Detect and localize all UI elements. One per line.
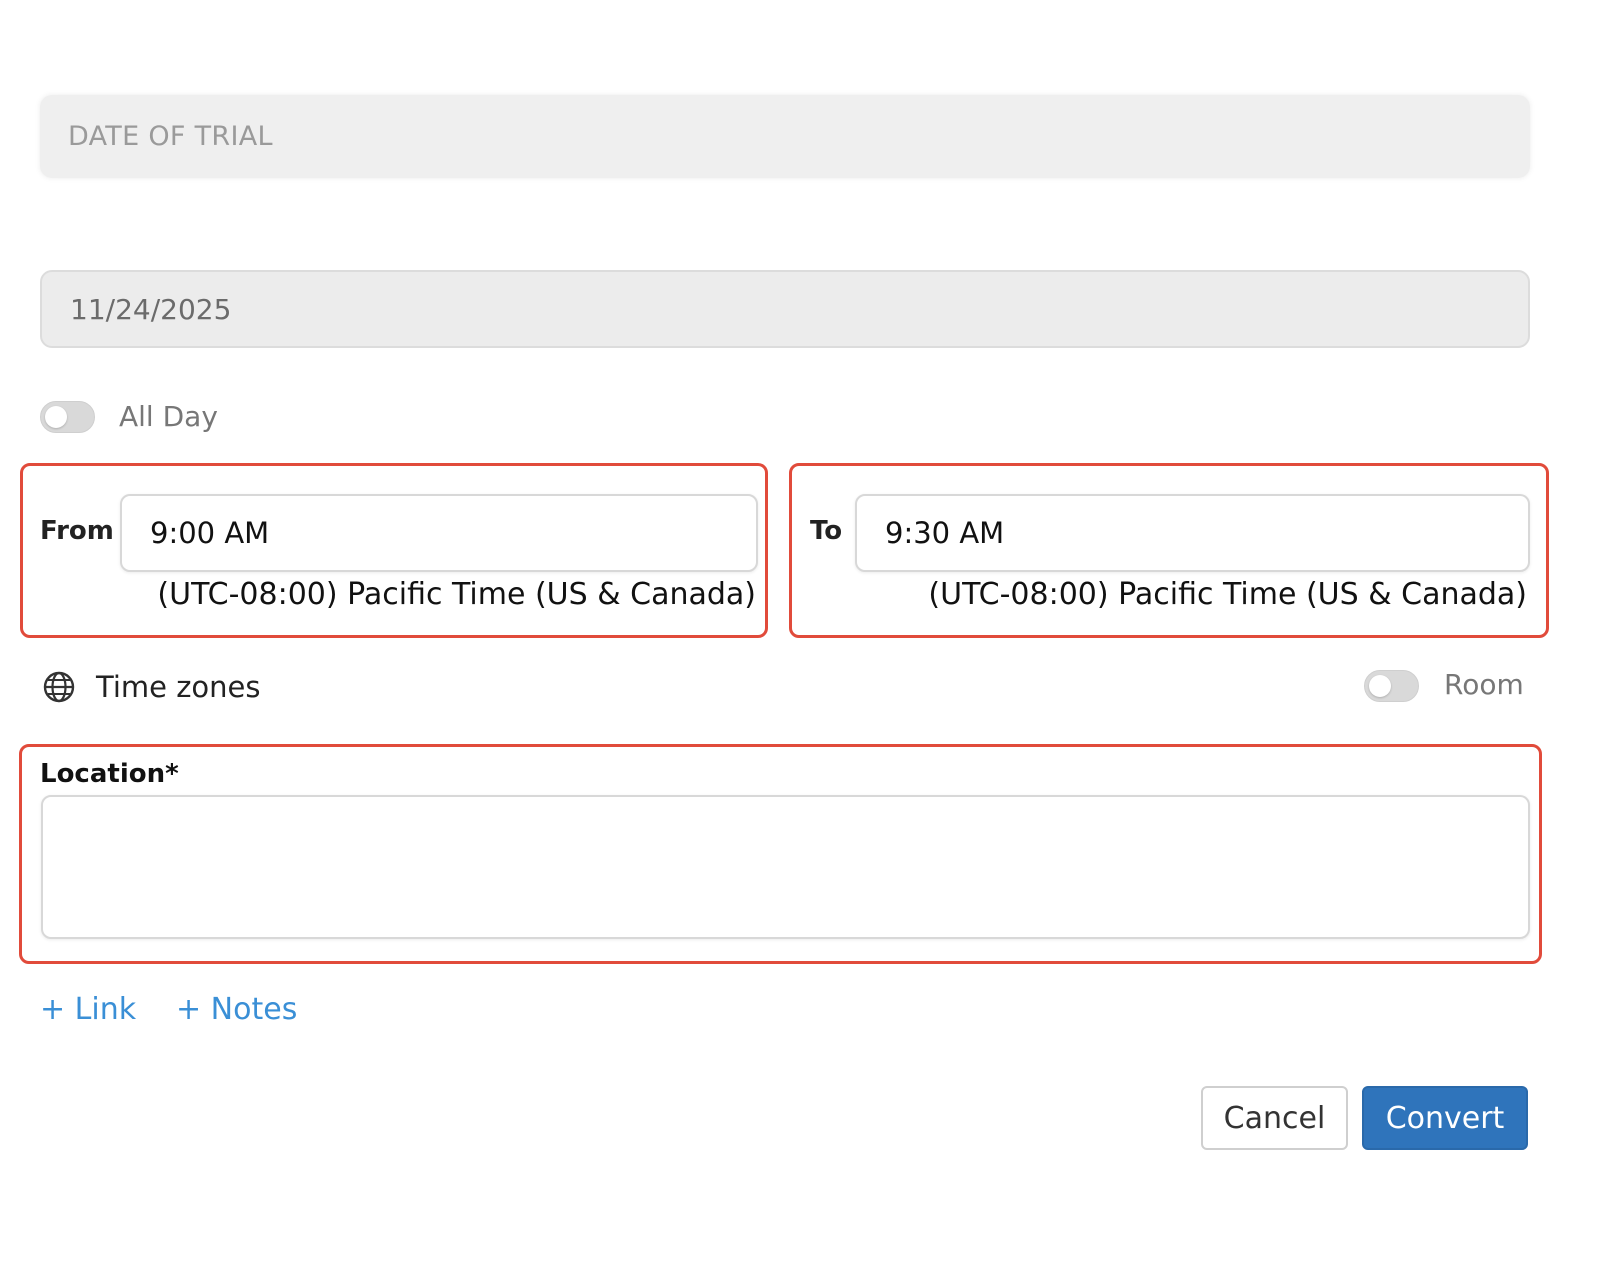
location-section: Location* [19,744,1542,964]
to-section: To 9:30 AM (UTC-08:00) Pacific Time (US … [789,463,1549,638]
add-link-button[interactable]: + Link [40,992,136,1027]
date-field[interactable]: 11/24/2025 [40,270,1530,348]
room-label: Room [1444,668,1524,701]
location-input[interactable] [41,795,1530,939]
add-notes-button[interactable]: + Notes [176,992,297,1027]
location-label: Location* [40,759,179,789]
all-day-label: All Day [119,400,218,433]
to-time-input[interactable]: 9:30 AM [855,494,1530,572]
from-label: From [40,516,114,546]
cancel-button[interactable]: Cancel [1201,1086,1348,1150]
from-timezone: (UTC-08:00) Pacific Time (US & Canada) [157,577,756,612]
to-timezone: (UTC-08:00) Pacific Time (US & Canada) [928,577,1527,612]
from-time-input[interactable]: 9:00 AM [120,494,758,572]
all-day-toggle[interactable] [40,401,95,433]
globe-icon [43,671,75,703]
to-label: To [810,516,843,546]
room-toggle[interactable] [1364,670,1419,702]
time-zones-label: Time zones [96,670,261,704]
convert-button[interactable]: Convert [1362,1086,1528,1150]
time-zones-link[interactable]: Time zones [42,670,260,704]
from-section: From 9:00 AM (UTC-08:00) Pacific Time (U… [20,463,768,638]
title-field[interactable]: DATE OF TRIAL [40,95,1530,178]
